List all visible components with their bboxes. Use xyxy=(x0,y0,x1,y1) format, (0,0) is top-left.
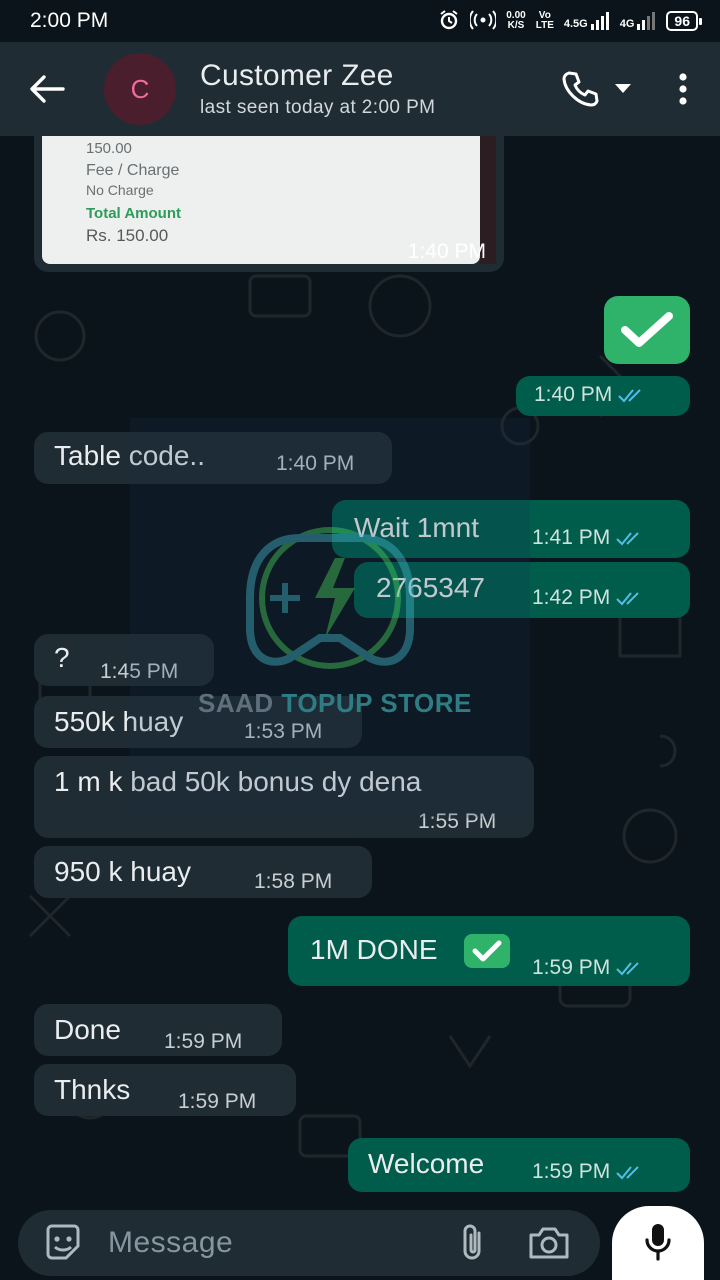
message-text: Done xyxy=(54,1014,121,1045)
alarm-icon xyxy=(438,9,460,34)
status-icons: 0.00 K/S Vo LTE 4.5G 4G 96 xyxy=(438,9,702,34)
volte-indicator: Vo LTE xyxy=(535,10,554,31)
message-time: 1:59 PM xyxy=(178,1090,257,1113)
attach-button[interactable] xyxy=(448,1218,498,1268)
chat-area[interactable]: 150.00 Fee / Charge No Charge Total Amou… xyxy=(0,136,720,1200)
avatar[interactable]: C xyxy=(104,53,176,125)
read-receipt-icon xyxy=(616,1166,639,1180)
message-time: 1:59 PM xyxy=(532,956,611,979)
message-composer[interactable]: Message xyxy=(18,1210,600,1276)
signal-sim2: 4G xyxy=(620,12,657,30)
message-text: ? xyxy=(54,642,70,673)
dropdown-icon xyxy=(615,84,631,93)
read-receipt-icon xyxy=(618,389,641,403)
attach-icon xyxy=(463,1224,481,1260)
mic-icon xyxy=(645,1224,671,1261)
message-bubble-out[interactable]: 1M DONE 1:59 PM xyxy=(288,916,690,986)
status-time: 2:00 PM xyxy=(30,9,109,32)
message-text: 950 k huay xyxy=(54,856,191,887)
call-button[interactable] xyxy=(560,69,632,109)
message-input[interactable]: Message xyxy=(108,1226,448,1260)
last-seen: last seen today at 2:00 PM xyxy=(200,97,436,118)
message-time: 1:40 PM xyxy=(534,383,613,406)
sticker-button[interactable] xyxy=(38,1218,88,1268)
message-time: 1:42 PM xyxy=(532,586,611,609)
emoji-message[interactable] xyxy=(604,296,690,364)
message-time: 1:59 PM xyxy=(532,1160,611,1183)
receipt-total-label: Total Amount xyxy=(86,205,181,222)
camera-button[interactable] xyxy=(524,1218,574,1268)
battery-indicator: 96 xyxy=(666,11,702,31)
message-text: 1M DONE xyxy=(310,934,438,965)
message-bubble-in[interactable]: Thnks 1:59 PM xyxy=(34,1064,296,1116)
message-bubble-in[interactable]: Done 1:59 PM xyxy=(34,1004,282,1056)
message-time: 1:41 PM xyxy=(532,526,611,549)
message-time: 1:59 PM xyxy=(164,1030,243,1053)
sticker-icon xyxy=(46,1224,80,1260)
read-receipt-icon xyxy=(616,532,639,546)
message-bubble-in[interactable]: 950 k huay 1:58 PM xyxy=(34,846,372,898)
back-arrow-icon xyxy=(30,75,65,103)
message-bubble-out[interactable]: 1:40 PM xyxy=(516,376,690,416)
message-time: 1:40 PM xyxy=(407,240,486,263)
receipt-total-value: Rs. 150.00 xyxy=(86,226,169,245)
store-watermark-text: SAAD TOPUP STORE xyxy=(198,688,472,718)
net-speed: 0.00 K/S xyxy=(506,10,526,31)
image-message[interactable]: 150.00 Fee / Charge No Charge Total Amou… xyxy=(34,136,504,272)
chat-header: C Customer Zee last seen today at 2:00 P… xyxy=(0,42,720,136)
receipt-fee-label: Fee / Charge xyxy=(86,162,180,179)
message-bubble-out[interactable]: Welcome 1:59 PM xyxy=(348,1138,690,1192)
more-vert-icon[interactable] xyxy=(668,69,698,109)
contact-name: Customer Zee xyxy=(200,59,394,92)
receipt-fee-value: No Charge xyxy=(86,182,154,198)
check-emoji-icon xyxy=(464,934,510,968)
message-time: 1:58 PM xyxy=(254,870,333,893)
read-receipt-icon xyxy=(616,592,639,606)
status-bar: 2:00 PM 0.00 K/S Vo LTE 4.5G 4G 96 xyxy=(0,0,720,42)
signal-sim1: 4.5G xyxy=(564,12,610,30)
back-button[interactable] xyxy=(0,42,94,136)
phone-icon xyxy=(562,71,599,107)
camera-icon xyxy=(529,1227,569,1259)
check-emoji-icon xyxy=(604,296,690,364)
contact-info[interactable]: Customer Zee last seen today at 2:00 PM xyxy=(200,59,560,119)
read-receipt-icon xyxy=(616,962,639,976)
message-text: Thnks xyxy=(54,1074,131,1105)
message-text: Welcome xyxy=(368,1148,485,1179)
receipt-amount-line: 150.00 xyxy=(86,140,132,157)
voice-record-button[interactable] xyxy=(612,1206,704,1280)
hotspot-icon xyxy=(469,9,498,33)
store-logo-watermark xyxy=(130,418,530,818)
